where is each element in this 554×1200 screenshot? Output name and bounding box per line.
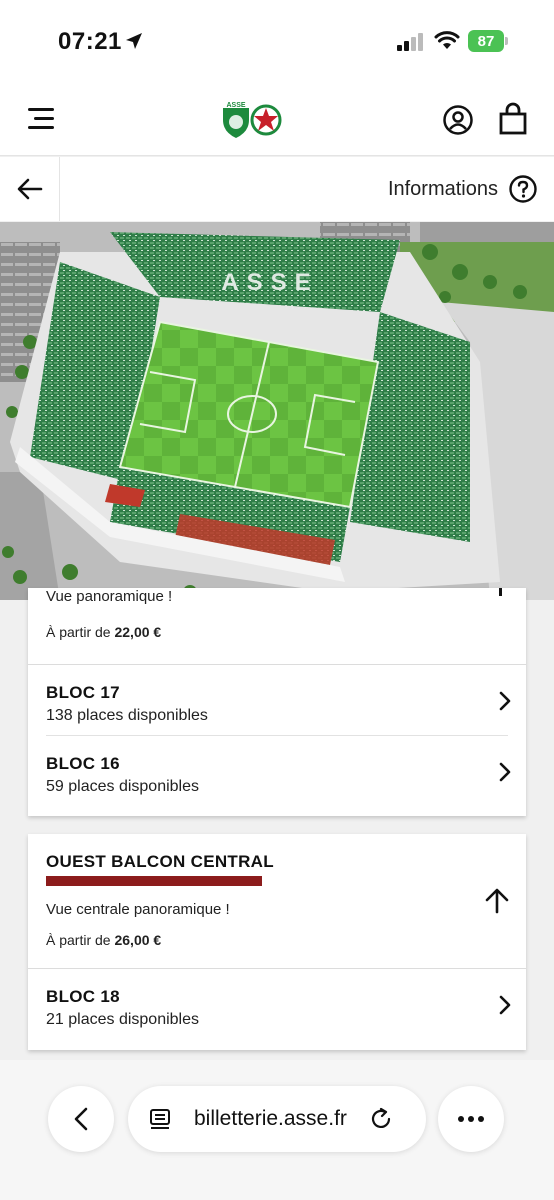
bloc-row[interactable]: BLOC 16 59 places disponibles <box>28 736 526 806</box>
question-circle-icon <box>509 175 537 203</box>
info-label: Informations <box>387 177 498 200</box>
browser-toolbar: billetterie.asse.fr <box>0 1060 554 1200</box>
account-icon[interactable] <box>442 104 474 136</box>
reader-mode-icon[interactable] <box>148 1107 172 1131</box>
signal-icon <box>397 33 423 51</box>
bloc-name: BLOC 16 <box>46 754 120 773</box>
bloc-availability: 138 places disponibles <box>46 707 208 724</box>
stand-letters: ASSE <box>221 269 318 296</box>
wifi-icon <box>434 31 460 49</box>
menu-icon <box>28 108 54 111</box>
chevron-left-icon <box>74 1107 88 1131</box>
location-arrow-icon <box>126 33 142 49</box>
section-list: Vue panoramique ! À partir de 22,00 € BL… <box>0 588 554 1060</box>
url-text: billetterie.asse.fr <box>194 1107 347 1130</box>
section-card: OUEST BALCON CENTRAL Vue centrale panora… <box>28 834 526 1050</box>
section-header[interactable]: OUEST BALCON CENTRAL Vue centrale panora… <box>28 834 526 968</box>
page-subheader: Informations <box>0 157 554 221</box>
bloc-row[interactable]: BLOC 17 138 places disponibles <box>28 665 526 735</box>
menu-button[interactable] <box>26 106 56 132</box>
section-description: Vue panoramique ! <box>46 588 173 605</box>
bloc-availability: 59 places disponibles <box>46 778 199 795</box>
info-link[interactable]: Informations <box>388 157 538 221</box>
status-time: 07:21 <box>58 28 122 55</box>
section-price: À partir de 22,00 € <box>46 624 162 640</box>
reload-icon[interactable] <box>369 1107 393 1131</box>
bloc-name: BLOC 17 <box>46 683 120 702</box>
status-bar: 07:21 87 <box>0 0 554 82</box>
browser-back-button[interactable] <box>48 1086 114 1152</box>
bloc-name: BLOC 18 <box>46 987 120 1006</box>
battery-level: 87 <box>468 30 504 52</box>
svg-text:ASSE: ASSE <box>226 102 245 109</box>
chevron-right-icon <box>499 691 511 711</box>
site-header: ASSE <box>0 82 554 156</box>
bloc-row[interactable]: BLOC 18 21 places disponibles <box>28 969 526 1039</box>
section-title: OUEST BALCON CENTRAL <box>46 852 274 871</box>
stadium-map[interactable]: ASSE <box>0 222 554 600</box>
section-description: Vue centrale panoramique ! <box>46 901 230 918</box>
section-price: À partir de 26,00 € <box>46 932 162 948</box>
arrow-left-icon <box>17 178 42 200</box>
chevron-right-icon <box>499 762 511 782</box>
more-options-button[interactable] <box>438 1086 504 1152</box>
section-accent-bar <box>46 876 262 886</box>
bloc-availability: 21 places disponibles <box>46 1011 199 1028</box>
battery-indicator: 87 <box>468 30 508 52</box>
address-bar[interactable]: billetterie.asse.fr <box>128 1086 426 1152</box>
cart-icon[interactable] <box>498 102 528 136</box>
more-icon <box>458 1116 484 1122</box>
chevron-right-icon <box>499 995 511 1015</box>
back-button[interactable] <box>0 157 60 221</box>
section-card: Vue panoramique ! À partir de 22,00 € BL… <box>28 588 526 816</box>
stadium-illustration: ASSE <box>0 222 554 600</box>
arrow-up-icon[interactable] <box>484 888 510 914</box>
club-logo[interactable]: ASSE <box>220 96 282 140</box>
